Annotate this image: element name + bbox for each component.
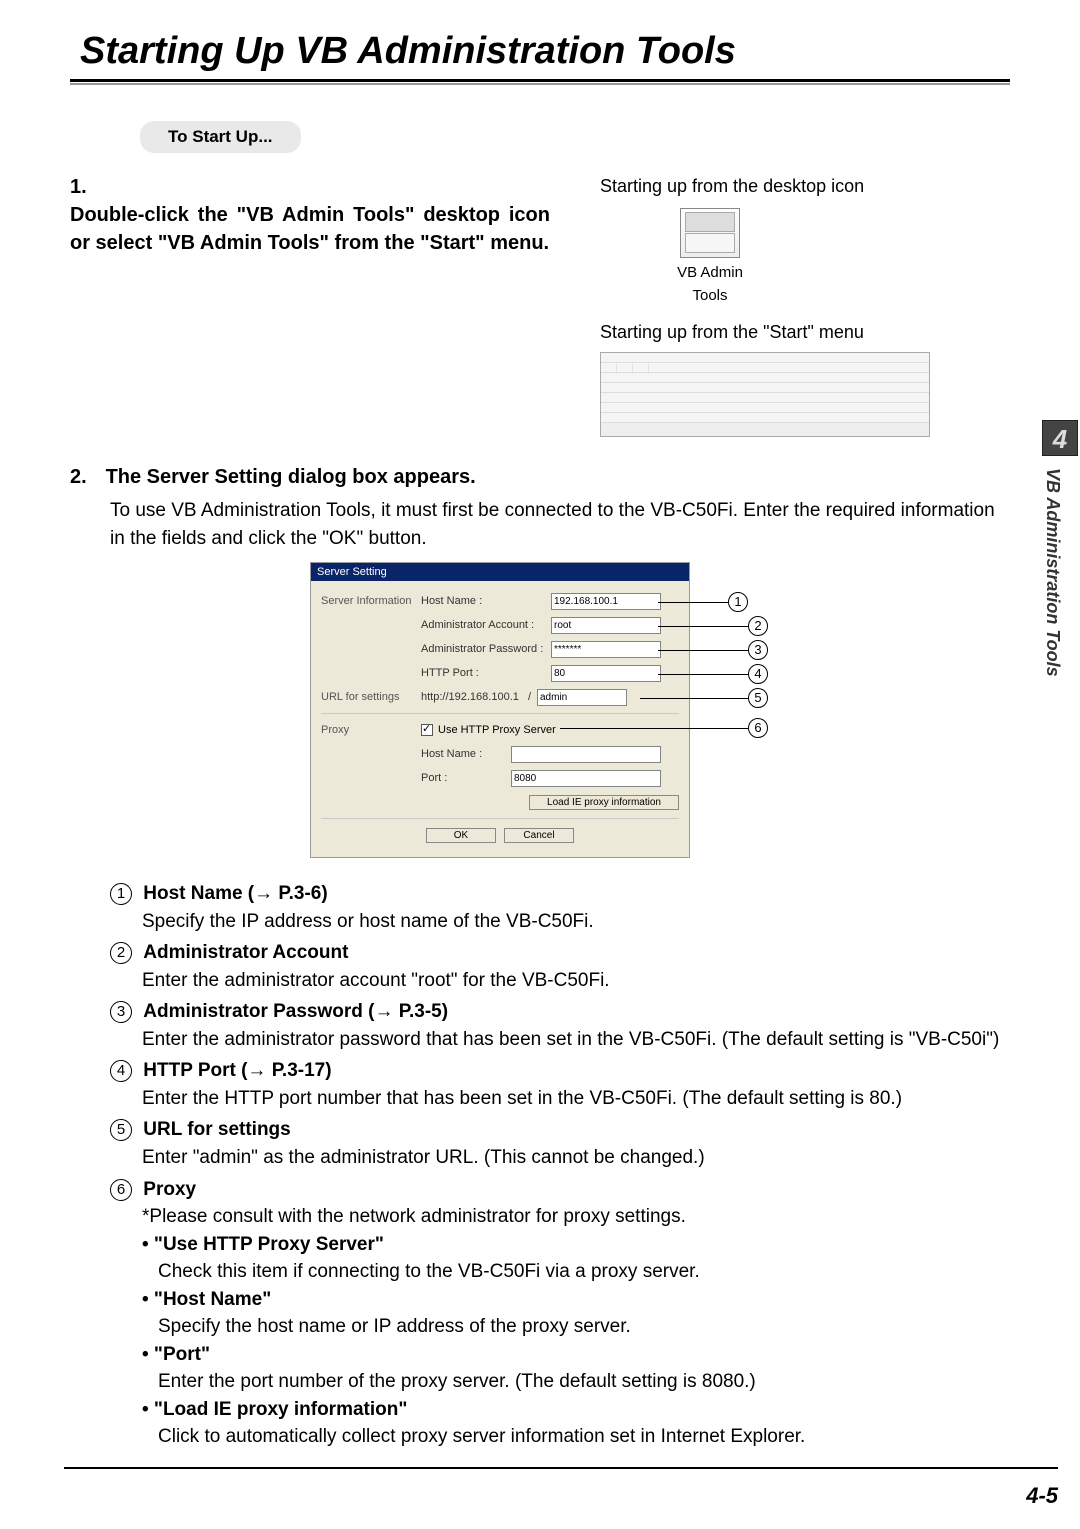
def-2: 2 Administrator Account Enter the admini… [110, 939, 1010, 994]
label-host-name: Host Name : [421, 595, 551, 607]
step-2-heading: 2. The Server Setting dialog box appears… [70, 463, 1010, 491]
def-4-num: 4 [110, 1060, 132, 1082]
def-6-sub-4-body: Click to automatically collect proxy ser… [158, 1423, 1010, 1451]
dialog-titlebar: Server Setting [311, 563, 689, 581]
server-setting-dialog: Server Setting Server Information Host N… [310, 562, 690, 858]
step-1-heading: 1. Double-click the "VB Admin Tools" des… [70, 173, 580, 257]
step-2-number: 2. [70, 463, 100, 491]
chapter-number-badge: 4 [1042, 420, 1078, 456]
page: Starting Up VB Administration Tools To S… [0, 0, 1080, 1475]
label-admin-password: Administrator Password : [421, 643, 551, 655]
desktop-icon-label: VB Admin Tools [660, 262, 760, 307]
input-proxy-host[interactable] [511, 746, 661, 763]
def-6-sub-1-title: • "Use HTTP Proxy Server" [142, 1231, 1010, 1259]
chapter-side-tab: 4 VB Administration Tools [1042, 420, 1080, 900]
def-4-body: Enter the HTTP port number that has been… [142, 1085, 1010, 1113]
def-2-title: Administrator Account [143, 942, 348, 963]
def-1-num: 1 [110, 883, 132, 905]
server-setting-dialog-figure: Server Setting Server Information Host N… [310, 562, 840, 862]
def-6-sub-1: • "Use HTTP Proxy Server" Check this ite… [142, 1231, 1010, 1286]
step-1-heading-text: Double-click the "VB Admin Tools" deskto… [70, 201, 550, 257]
def-6-sub-1-body: Check this item if connecting to the VB-… [158, 1258, 1010, 1286]
title-block: Starting Up VB Administration Tools [70, 30, 1010, 85]
caption-desktop-icon: Starting up from the desktop icon [600, 173, 1010, 200]
checkbox-use-http-proxy[interactable] [421, 724, 433, 736]
def-6-sub-2-body: Specify the host name or IP address of t… [158, 1313, 1010, 1341]
label-proxy-port: Port : [421, 772, 511, 784]
def-6-sub-3-body: Enter the port number of the proxy serve… [158, 1368, 1010, 1396]
def-6-num: 6 [110, 1179, 132, 1201]
cancel-button[interactable]: Cancel [504, 828, 574, 843]
def-6-sub-2: • "Host Name" Specify the host name or I… [142, 1286, 1010, 1341]
input-admin-password[interactable]: ******* [551, 641, 661, 658]
button-load-ie-proxy[interactable]: Load IE proxy information [529, 795, 679, 810]
step-2: 2. The Server Setting dialog box appears… [70, 463, 1010, 552]
def-5-title: URL for settings [143, 1119, 290, 1140]
def-5: 5 URL for settings Enter "admin" as the … [110, 1116, 1010, 1171]
footer-rule [64, 1467, 1058, 1469]
step-1-left: 1. Double-click the "VB Admin Tools" des… [70, 173, 600, 437]
def-6-sub-2-title: • "Host Name" [142, 1286, 1010, 1314]
caption-start-menu: Starting up from the "Start" menu [600, 319, 1010, 346]
url-prefix-text: http://192.168.100.1 [421, 691, 519, 703]
def-6-sub-4: • "Load IE proxy information" Click to a… [142, 1396, 1010, 1451]
label-admin-account: Administrator Account : [421, 619, 551, 631]
callout-2: 2 [658, 616, 768, 636]
def-3-title: Administrator Password (→ P.3-5) [143, 1001, 448, 1022]
def-4-title: HTTP Port (→ P.3-17) [143, 1060, 331, 1081]
def-6-body: *Please consult with the network adminis… [142, 1203, 1010, 1231]
def-1: 1 Host Name (→ P.3-6) Specify the IP add… [110, 880, 1010, 935]
def-1-title: Host Name (→ P.3-6) [143, 883, 327, 904]
chapter-side-label: VB Administration Tools [1042, 468, 1063, 888]
desktop-icon-block: VB Admin Tools [660, 208, 760, 307]
input-http-port[interactable]: 80 [551, 665, 661, 682]
def-6-title: Proxy [143, 1179, 196, 1200]
label-use-http-proxy: Use HTTP Proxy Server [438, 724, 556, 736]
step-2-heading-text: The Server Setting dialog box appears. [106, 466, 476, 488]
def-6-sub-3-title: • "Port" [142, 1341, 1010, 1369]
def-2-num: 2 [110, 942, 132, 964]
title-rule-shadow [70, 83, 1010, 85]
def-6: 6 Proxy *Please consult with the network… [110, 1176, 1010, 1451]
def-3: 3 Administrator Password (→ P.3-5) Enter… [110, 998, 1010, 1053]
callout-3: 3 [658, 640, 768, 660]
page-title: Starting Up VB Administration Tools [70, 30, 1010, 73]
label-http-port: HTTP Port : [421, 667, 551, 679]
callout-1: 1 [658, 592, 748, 612]
step-1-right: Starting up from the desktop icon VB Adm… [600, 173, 1010, 437]
def-5-num: 5 [110, 1119, 132, 1141]
vb-admin-tools-icon [680, 208, 740, 258]
input-admin-account[interactable]: root [551, 617, 661, 634]
step-1-number: 1. [70, 173, 100, 201]
def-2-body: Enter the administrator account "root" f… [142, 967, 1010, 995]
input-proxy-port[interactable]: 8080 [511, 770, 661, 787]
def-3-body: Enter the administrator password that ha… [142, 1026, 1010, 1054]
def-6-sub-3: • "Port" Enter the port number of the pr… [142, 1341, 1010, 1396]
dialog-separator-2 [321, 818, 679, 819]
dialog-separator [321, 713, 679, 714]
def-4: 4 HTTP Port (→ P.3-17) Enter the HTTP po… [110, 1057, 1010, 1112]
step-2-body: To use VB Administration Tools, it must … [110, 497, 1010, 552]
callout-6: 6 [560, 718, 768, 738]
ok-button[interactable]: OK [426, 828, 496, 843]
url-slash: / [528, 691, 531, 703]
section-label-url: URL for settings [321, 691, 421, 703]
callout-4: 4 [658, 664, 768, 684]
section-pill-to-start-up: To Start Up... [140, 121, 301, 153]
def-6-sub-4-title: • "Load IE proxy information" [142, 1396, 1010, 1424]
section-label-proxy: Proxy [321, 724, 421, 736]
page-number: 4-5 [1026, 1483, 1058, 1509]
callout-5: 5 [640, 688, 768, 708]
input-url-settings[interactable]: admin [537, 689, 627, 706]
step-1: 1. Double-click the "VB Admin Tools" des… [70, 173, 1010, 437]
def-5-body: Enter "admin" as the administrator URL. … [142, 1144, 1010, 1172]
def-1-body: Specify the IP address or host name of t… [142, 908, 1010, 936]
section-label-server-info: Server Information [321, 595, 421, 607]
title-rule [70, 79, 1010, 82]
label-proxy-host: Host Name : [421, 748, 511, 760]
input-host-name[interactable]: 192.168.100.1 [551, 593, 661, 610]
def-3-num: 3 [110, 1001, 132, 1023]
definitions-list: 1 Host Name (→ P.3-6) Specify the IP add… [110, 880, 1010, 1451]
start-menu-screenshot [600, 352, 930, 437]
